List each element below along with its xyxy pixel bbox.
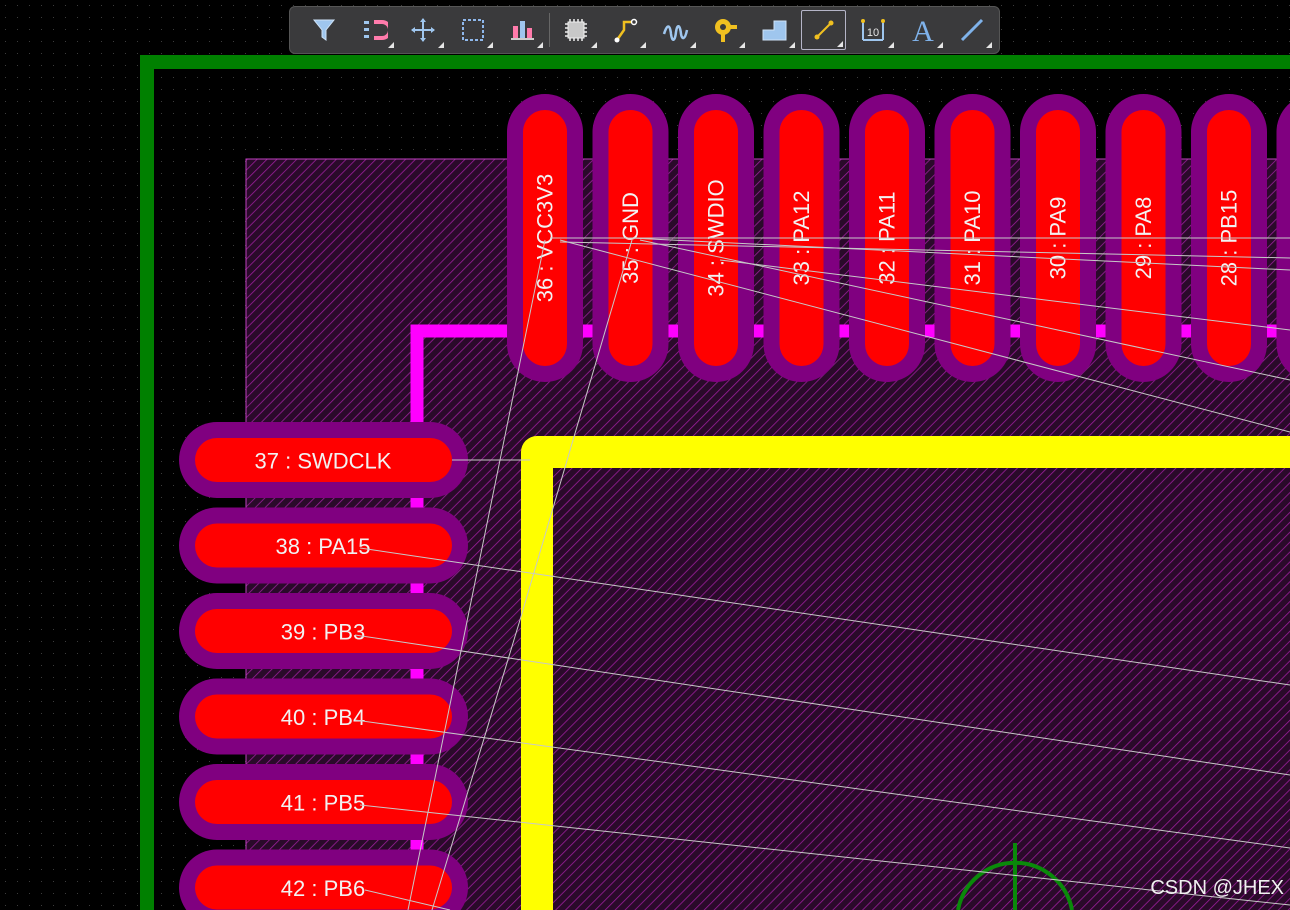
move-crosshair-button[interactable] <box>401 10 446 50</box>
pad[interactable]: 38 : PA15 <box>179 507 468 584</box>
dropdown-indicator <box>887 42 894 48</box>
pad[interactable]: 40 : PB4 <box>179 678 468 755</box>
pad[interactable]: 37 : SWDCLK <box>179 422 468 498</box>
toolbar-separator <box>549 13 551 47</box>
magnet-snap-icon <box>363 20 388 40</box>
dropdown-indicator <box>936 42 943 48</box>
dropdown-indicator <box>487 42 494 48</box>
pad-label: 42 : PB6 <box>281 876 365 901</box>
dropdown-indicator <box>788 42 795 48</box>
pad-label: 41 : PB5 <box>281 791 365 816</box>
component-chip-button[interactable] <box>554 10 599 50</box>
dropdown-indicator <box>837 41 844 47</box>
align-distribute-button[interactable] <box>500 10 545 50</box>
magnet-snap-button[interactable] <box>351 10 396 50</box>
active-bar-toolbar: 10 A <box>289 6 1000 54</box>
filter-icon <box>313 19 336 41</box>
pad-label: 37 : SWDCLK <box>255 449 392 474</box>
pad[interactable]: 39 : PB3 <box>179 593 468 669</box>
diff-pair-tune-icon <box>663 25 689 41</box>
dropdown-indicator <box>388 42 395 48</box>
dropdown-indicator <box>590 42 597 48</box>
dimension-button[interactable]: 10 <box>851 10 896 50</box>
left-pad-column: 37 : SWDCLK 38 : PA15 39 : PB3 40 : PB4 41 :… <box>179 422 468 910</box>
via-pad-icon <box>714 19 737 42</box>
unrouted-net-icon <box>814 20 834 40</box>
text-string-icon: A <box>912 16 934 44</box>
pad-label: 38 : PA15 <box>276 534 371 559</box>
align-distribute-icon <box>511 21 535 40</box>
via-pad-button[interactable] <box>702 10 747 50</box>
line-icon <box>960 18 983 42</box>
selection-rect-button[interactable] <box>450 10 495 50</box>
dropdown-indicator <box>640 42 647 48</box>
component-chip-icon <box>565 19 588 41</box>
pad[interactable]: 42 : PB6 <box>179 849 468 910</box>
svg-text:10: 10 <box>867 27 879 39</box>
pad-label: 39 : PB3 <box>281 620 365 645</box>
filter-button[interactable] <box>302 10 347 50</box>
polygon-fill-icon <box>762 20 787 41</box>
unrouted-net-button[interactable] <box>801 10 847 50</box>
route-track-icon <box>614 18 638 43</box>
line-button[interactable] <box>950 10 995 50</box>
dropdown-indicator <box>536 42 543 48</box>
text-string-button[interactable]: A <box>900 10 945 50</box>
dimension-icon: 10 <box>861 19 886 41</box>
diff-pair-tune-button[interactable] <box>653 10 698 50</box>
pcb-canvas[interactable]: 36 : VCC3V3 35 : GND 34 : SWDIO 33 : PA12 32… <box>0 0 1290 910</box>
watermark: CSDN @JHEX <box>1150 877 1284 899</box>
selection-rect-icon <box>461 19 484 41</box>
route-track-button[interactable] <box>604 10 649 50</box>
move-crosshair-icon <box>411 18 436 42</box>
pad-label: 40 : PB4 <box>281 705 365 730</box>
dropdown-indicator <box>986 42 993 48</box>
dropdown-indicator <box>739 42 746 48</box>
svg-text:A: A <box>912 16 934 44</box>
dropdown-indicator <box>437 42 444 48</box>
polygon-fill-button[interactable] <box>752 10 797 50</box>
dropdown-indicator <box>689 42 696 48</box>
